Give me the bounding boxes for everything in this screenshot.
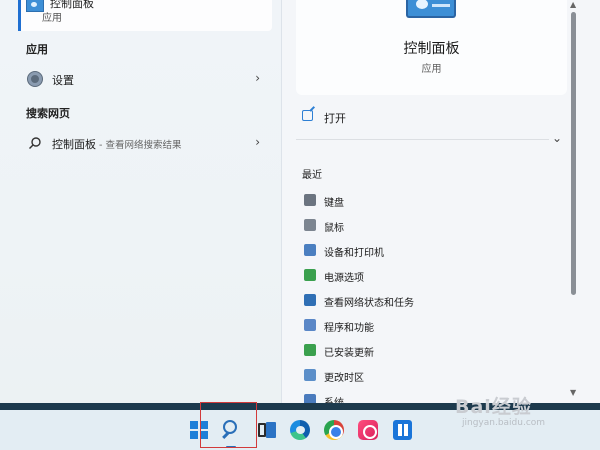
recent-item-label: 鼠标 bbox=[324, 223, 344, 234]
open-label: 打开 bbox=[324, 112, 346, 125]
selection-accent bbox=[18, 0, 21, 31]
recent-item[interactable]: 设备和打印机 bbox=[296, 238, 567, 263]
recent-item-label: 程序和功能 bbox=[324, 323, 374, 334]
recent-item-label: 电源选项 bbox=[324, 273, 364, 284]
web-query-text: 控制面板 bbox=[52, 138, 96, 151]
task-view-button[interactable] bbox=[254, 417, 280, 443]
edge-icon bbox=[290, 420, 310, 440]
recent-item[interactable]: 更改时区 bbox=[296, 363, 567, 388]
scroll-down-icon[interactable]: ▼ bbox=[570, 388, 576, 397]
recorder-button[interactable] bbox=[355, 417, 381, 443]
app-icon bbox=[393, 420, 412, 440]
section-apps: 应用 bbox=[26, 43, 48, 56]
edge-button[interactable] bbox=[287, 417, 313, 443]
recent-item[interactable]: 鼠标 bbox=[296, 213, 567, 238]
chevron-right-icon: › bbox=[255, 135, 260, 149]
network-icon bbox=[304, 294, 316, 306]
printer-icon bbox=[304, 244, 316, 256]
chrome-icon bbox=[324, 420, 344, 440]
scrollbar[interactable]: ▲ ▼ bbox=[569, 0, 579, 403]
recent-header: 最近 bbox=[302, 170, 322, 181]
result-settings-label: 设置 bbox=[52, 74, 74, 87]
open-external-icon bbox=[302, 110, 313, 121]
recent-item-label: 查看网络状态和任务 bbox=[324, 298, 414, 309]
section-web: 搜索网页 bbox=[26, 107, 70, 120]
actions-divider bbox=[296, 139, 549, 140]
windows-logo-icon bbox=[190, 421, 198, 429]
recent-item-label: 更改时区 bbox=[324, 373, 364, 384]
result-settings[interactable]: 设置 › bbox=[18, 64, 272, 94]
app-button[interactable] bbox=[389, 417, 415, 443]
task-view-icon bbox=[258, 423, 266, 437]
watermark-url: jingyan.baidu.com bbox=[462, 418, 546, 428]
control-panel-large-icon bbox=[406, 0, 456, 18]
results-pane: 控制面板 应用 应用 设置 › 搜索网页 控制面板 - 查看网络搜索结果 › bbox=[0, 0, 281, 403]
recent-item-label: 设备和打印机 bbox=[324, 248, 384, 259]
recent-item[interactable]: 查看网络状态和任务 bbox=[296, 288, 567, 313]
updates-icon bbox=[304, 344, 316, 356]
watermark-logo: Bai经验 bbox=[455, 396, 532, 418]
app-preview-header: 控制面板 应用 bbox=[296, 0, 567, 95]
preview-subtitle: 应用 bbox=[421, 64, 442, 75]
clock-icon bbox=[304, 369, 316, 381]
recent-item[interactable]: 电源选项 bbox=[296, 263, 567, 288]
result-web-search[interactable]: 控制面板 - 查看网络搜索结果 › bbox=[18, 128, 272, 158]
start-search-panel: 控制面板 应用 应用 设置 › 搜索网页 控制面板 - 查看网络搜索结果 › 控… bbox=[0, 0, 600, 409]
scrollbar-thumb[interactable] bbox=[571, 12, 576, 295]
recent-item[interactable]: 程序和功能 bbox=[296, 313, 567, 338]
chevron-down-icon[interactable]: ⌄ bbox=[552, 131, 562, 145]
recent-item-label: 键盘 bbox=[324, 198, 344, 209]
power-icon bbox=[304, 269, 316, 281]
windows-logo-icon bbox=[190, 431, 198, 439]
recorder-icon bbox=[358, 420, 378, 440]
highlight-box bbox=[200, 402, 257, 448]
gear-icon bbox=[28, 72, 42, 86]
scroll-up-icon[interactable]: ▲ bbox=[570, 0, 576, 9]
best-match-result[interactable]: 控制面板 应用 bbox=[18, 0, 272, 31]
open-action[interactable]: 打开 bbox=[296, 101, 567, 131]
task-view-icon-front bbox=[266, 422, 276, 438]
chevron-right-icon: › bbox=[255, 71, 260, 85]
web-search-label: 控制面板 - 查看网络搜索结果 bbox=[52, 136, 181, 152]
search-icon bbox=[29, 137, 41, 149]
best-match-subtitle: 应用 bbox=[42, 13, 62, 24]
recent-item[interactable]: 键盘 bbox=[296, 188, 567, 213]
programs-icon bbox=[304, 319, 316, 331]
chrome-button[interactable] bbox=[321, 417, 347, 443]
keyboard-icon bbox=[304, 194, 316, 206]
web-hint-text: - 查看网络搜索结果 bbox=[96, 140, 182, 151]
recent-item-label: 已安装更新 bbox=[324, 348, 374, 359]
mouse-icon bbox=[304, 219, 316, 231]
preview-title: 控制面板 bbox=[403, 41, 460, 57]
recent-item[interactable]: 已安装更新 bbox=[296, 338, 567, 363]
